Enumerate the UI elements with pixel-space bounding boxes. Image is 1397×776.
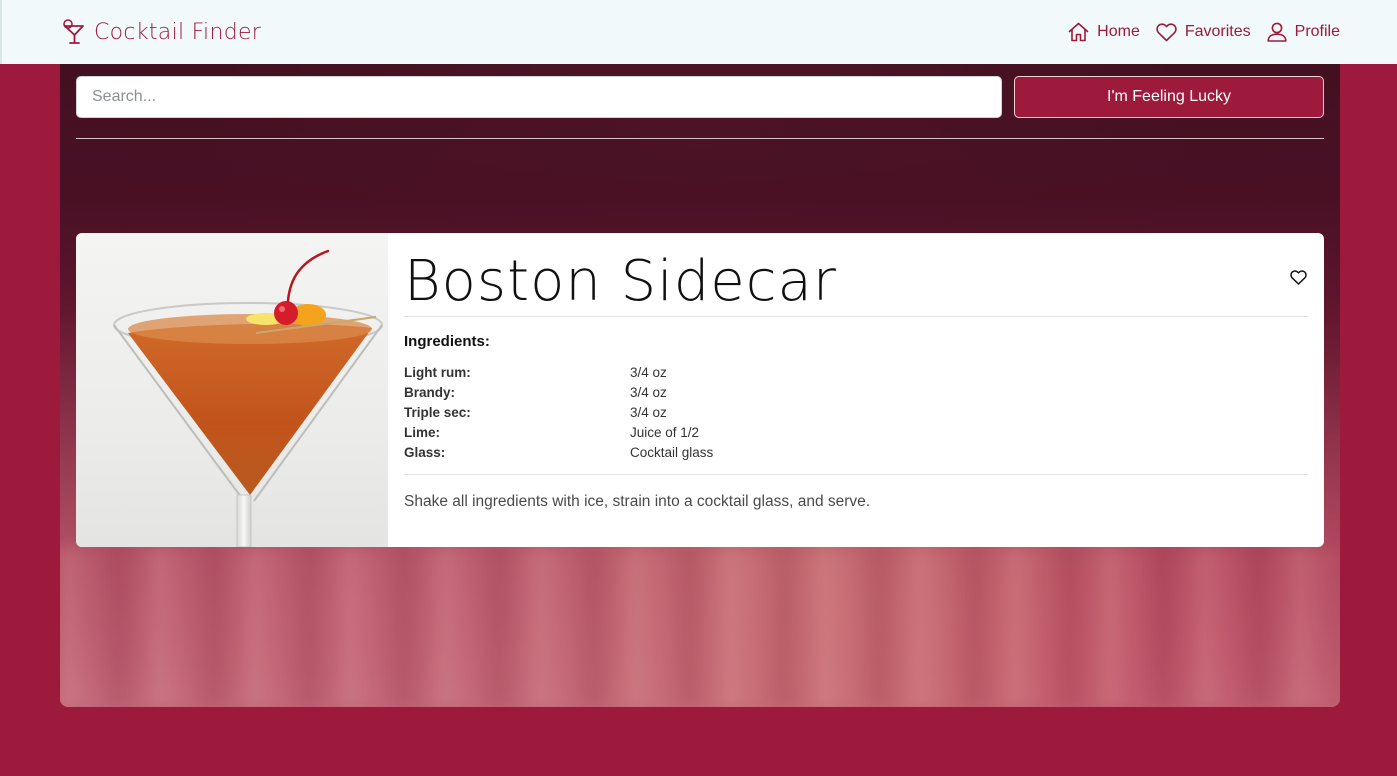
ingredient-row: Brandy: 3/4 oz [404, 382, 713, 402]
nav-home-link[interactable]: Home [1068, 22, 1140, 42]
drink-title: Boston Sidecar [404, 233, 1308, 317]
nav-home-label: Home [1097, 23, 1140, 40]
drink-instructions: Shake all ingredients with ice, strain i… [404, 474, 1308, 511]
ingredient-name: Glass: [404, 444, 446, 460]
home-icon [1068, 22, 1089, 42]
martini-glass-icon [113, 249, 383, 547]
ingredient-amount: 3/4 oz [630, 404, 667, 420]
heart-icon [1156, 22, 1177, 41]
user-icon [1267, 22, 1287, 42]
ingredient-name: Triple sec: [404, 404, 471, 420]
ingredients-heading: Ingredients: [404, 333, 490, 350]
nav-profile-label: Profile [1294, 23, 1340, 40]
ingredient-row: Light rum: 3/4 oz [404, 362, 713, 382]
drink-details: Boston Sidecar Ingredients: Light rum: 3… [388, 233, 1324, 547]
ingredients-table: Light rum: 3/4 oz Brandy: 3/4 oz Triple … [404, 362, 713, 462]
drink-card: Boston Sidecar Ingredients: Light rum: 3… [76, 233, 1324, 547]
search-divider [76, 138, 1324, 139]
search-input[interactable] [76, 76, 1002, 118]
ingredient-row: Lime: Juice of 1/2 [404, 422, 713, 442]
blurred-bar-shelves [60, 546, 1340, 707]
nav-favorites-link[interactable]: Favorites [1156, 22, 1251, 42]
navbar: Cocktail Finder Home Favorites Profile [0, 0, 1397, 64]
ingredient-amount: 3/4 oz [630, 384, 667, 400]
ingredient-amount: Cocktail glass [630, 444, 714, 460]
ingredient-amount: Juice of 1/2 [630, 424, 700, 440]
ingredient-name: Brandy: [404, 384, 456, 400]
nav-profile-link[interactable]: Profile [1267, 22, 1340, 42]
feeling-lucky-button[interactable]: I'm Feeling Lucky [1014, 76, 1324, 118]
cocktail-glass-icon [63, 19, 84, 44]
nav-favorites-label: Favorites [1184, 23, 1251, 40]
ingredient-row: Triple sec: 3/4 oz [404, 402, 713, 422]
drink-image [76, 233, 388, 547]
search-row: I'm Feeling Lucky [76, 76, 1324, 118]
ingredient-row: Glass: Cocktail glass [404, 442, 713, 462]
heart-outline-icon [1290, 270, 1307, 285]
favorite-toggle-button[interactable] [1290, 270, 1307, 289]
ingredient-name: Light rum: [404, 364, 471, 380]
nav-links: Home Favorites Profile [1068, 22, 1340, 42]
brand-name: Cocktail Finder [94, 19, 262, 45]
ingredient-name: Lime: [404, 424, 441, 440]
brand-link[interactable]: Cocktail Finder [62, 19, 261, 45]
ingredient-amount: 3/4 oz [630, 364, 667, 380]
